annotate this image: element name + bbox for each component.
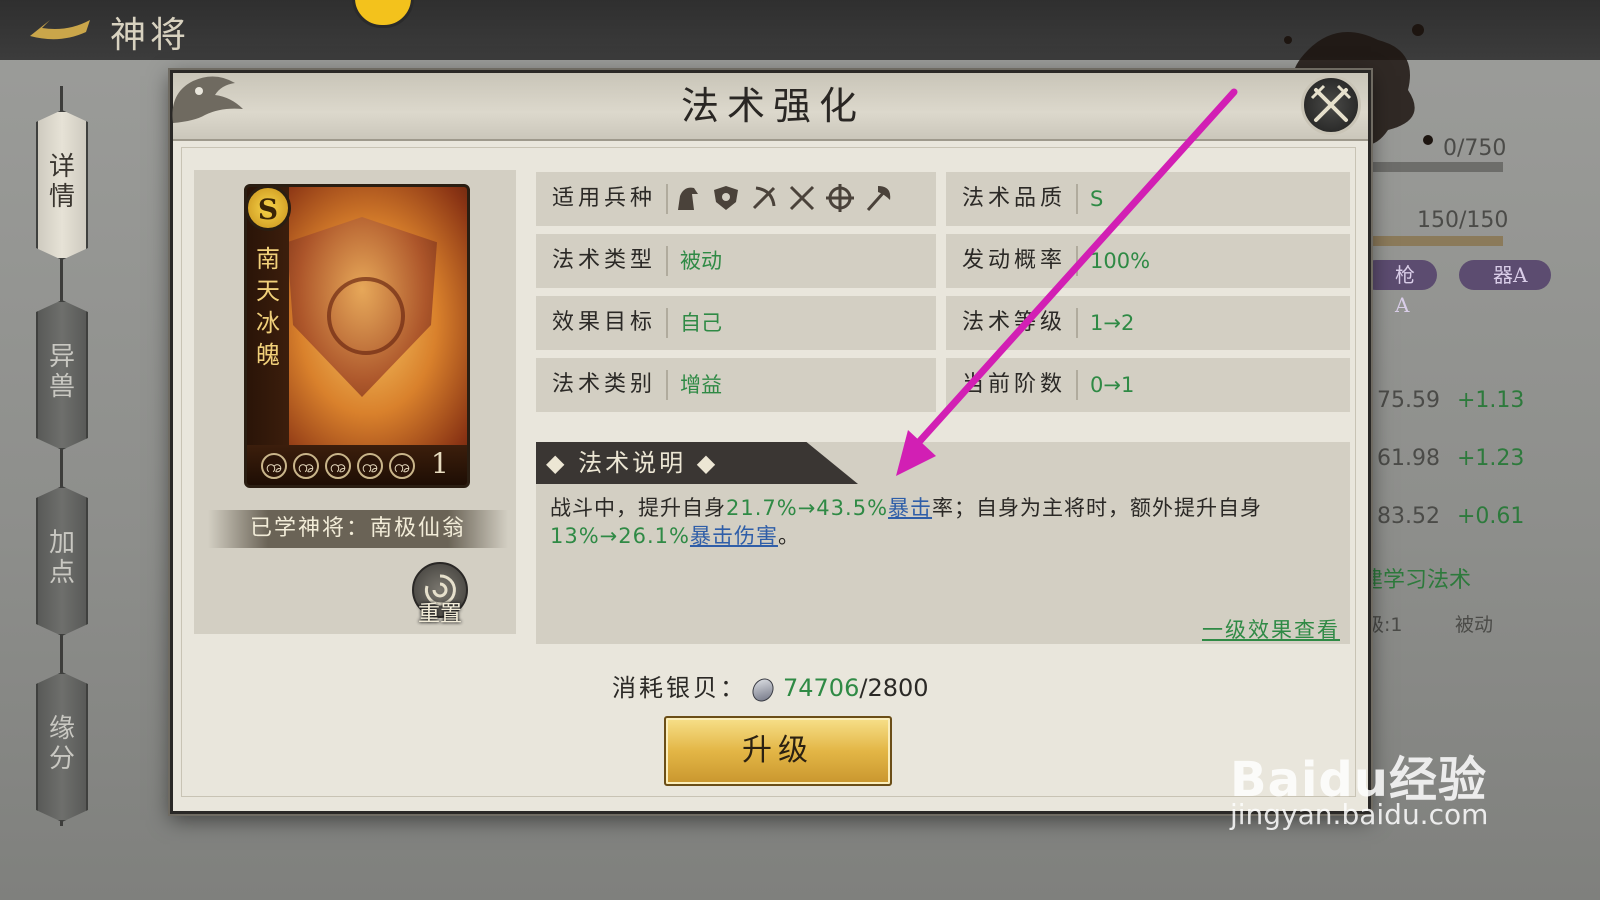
- side-tab-beast[interactable]: 异兽: [36, 300, 88, 450]
- desc-crit-damage-value: 13%→26.1%: [550, 524, 690, 548]
- reset-label[interactable]: 重置: [410, 596, 470, 628]
- dialog-title: 法术强化: [680, 84, 865, 128]
- info-row-category: 法术类别 增益: [536, 358, 936, 412]
- axe-icon: [866, 186, 891, 211]
- info-divider: [1076, 246, 1078, 276]
- level1-effect-link[interactable]: 一级效果查看: [1202, 614, 1340, 644]
- stage-orb-icon: ꩠ: [357, 453, 383, 479]
- info-divider: [666, 308, 668, 338]
- dragon-ornament-icon: [172, 76, 243, 123]
- cost-required: /2800: [859, 674, 929, 702]
- info-label-category: 法术类别: [552, 372, 657, 397]
- description-banner: ◆ 法术说明 ◆: [536, 442, 858, 484]
- info-divider: [1076, 370, 1078, 400]
- dialog-header: 法术强化: [172, 73, 1368, 141]
- info-divider: [666, 184, 668, 214]
- stat-delta-3: +0.61: [1457, 504, 1525, 529]
- info-value-target: 自己: [680, 311, 722, 335]
- watermark-url: jingyan.baidu.com: [1230, 798, 1489, 831]
- info-value-category: 增益: [680, 373, 722, 397]
- info-label-quality: 法术品质: [962, 186, 1067, 211]
- stat-value-2: 61.98: [1377, 446, 1440, 471]
- unit-tag-spear: 枪A: [1361, 260, 1437, 317]
- info-divider: [1076, 184, 1078, 214]
- learn-spell-link[interactable]: 建学习法术: [1361, 562, 1471, 594]
- background-stats-panel: 0/750 150/150 枪A 器A 75.59 +1.13 61.98 +1…: [1361, 120, 1565, 700]
- upgrade-button[interactable]: 升级: [664, 716, 892, 786]
- info-divider: [1076, 308, 1078, 338]
- info-label-stage: 当前阶数: [962, 372, 1067, 397]
- spell-card: 南天冰魄 S ꩠ ꩠ ꩠ ꩠ ꩠ 1: [244, 184, 470, 488]
- info-divider: [666, 246, 668, 276]
- desc-part-2: 率；自身为主将时，额外提升自身: [932, 496, 1263, 520]
- info-value-stage: 0→1: [1090, 373, 1135, 397]
- side-tab-details[interactable]: 详情: [36, 110, 88, 260]
- cost-row: 消耗银贝： 74706/2800: [612, 668, 929, 705]
- info-value-trigger-rate: 100%: [1090, 249, 1151, 273]
- desc-part-3: 。: [777, 524, 800, 548]
- stat-delta-1: +1.13: [1457, 388, 1525, 413]
- info-label-unit-type: 适用兵种: [552, 186, 657, 211]
- bow-icon: [752, 186, 776, 210]
- cost-label: 消耗银贝：: [612, 674, 747, 702]
- info-value-quality: S: [1090, 187, 1104, 211]
- info-label-spell-level: 法术等级: [962, 310, 1067, 335]
- gold-coin-icon: [352, 0, 414, 28]
- stat-value-1: 75.59: [1377, 388, 1440, 413]
- description-text: 战斗中，提升自身21.7%→43.5%暴击率；自身为主将时，额外提升自身 13%→…: [550, 494, 1350, 550]
- stage-orb-icon: ꩠ: [389, 453, 415, 479]
- info-row-spell-type: 法术类型 被动: [536, 234, 936, 288]
- card-level: 1: [431, 447, 449, 480]
- crossed-swords-icon: [789, 185, 815, 211]
- progress-text-2: 150/150: [1417, 208, 1509, 233]
- info-row-quality: 法术品质 S: [946, 172, 1350, 226]
- stat-value-3: 83.52: [1377, 504, 1440, 529]
- info-divider: [666, 370, 668, 400]
- crit-keyword-link[interactable]: 暴击: [888, 496, 932, 520]
- cavalry-icon: [678, 187, 698, 210]
- info-label-target: 效果目标: [552, 310, 657, 335]
- progress-bar-2: [1365, 236, 1503, 246]
- card-name-bar: 南天冰魄: [247, 187, 289, 485]
- card-spell-name: 南天冰魄: [256, 245, 280, 369]
- close-button[interactable]: [1301, 75, 1361, 135]
- spell-type-text: 被动: [1455, 614, 1494, 636]
- info-value-spell-level: 1→2: [1090, 311, 1135, 335]
- silver-shell-icon: [748, 674, 778, 705]
- side-tab-points[interactable]: 加点: [36, 486, 88, 636]
- info-row-target: 效果目标 自己: [536, 296, 936, 350]
- progress-text-1: 0/750: [1443, 136, 1507, 161]
- info-row-spell-level: 法术等级 1→2: [946, 296, 1350, 350]
- back-arrow-icon[interactable]: [20, 10, 100, 50]
- desc-part-1: 战斗中，提升自身: [550, 496, 726, 520]
- shield-icon: [714, 186, 738, 210]
- description-heading-text: 法术说明: [578, 449, 687, 477]
- info-label-spell-type: 法术类型: [552, 248, 657, 273]
- card-level-bar: ꩠ ꩠ ꩠ ꩠ ꩠ 1: [247, 445, 467, 485]
- crossed-swords-close-icon: [1310, 84, 1352, 122]
- side-tab-bond[interactable]: 缘分: [36, 672, 88, 822]
- desc-crit-rate-value: 21.7%→43.5%: [726, 496, 889, 520]
- card-grade-badge: S: [247, 187, 291, 231]
- progress-bar-1: [1365, 162, 1503, 172]
- info-value-spell-type: 被动: [680, 249, 722, 273]
- unit-tag-weapon: 器A: [1459, 260, 1551, 290]
- card-mask-art: [327, 277, 405, 355]
- cost-owned: 74706: [783, 674, 860, 702]
- description-heading: ◆ 法术说明 ◆: [546, 449, 719, 477]
- baidu-watermark: Baidu经验 jingyan.baidu.com: [1230, 740, 1488, 831]
- page-title: 神将: [110, 15, 191, 56]
- info-row-trigger-rate: 发动概率 100%: [946, 234, 1350, 288]
- stat-delta-2: +1.23: [1457, 446, 1525, 471]
- stage-orb-icon: ꩠ: [261, 453, 287, 479]
- learned-by-label: 已学神将：南极仙翁: [208, 510, 508, 548]
- info-label-trigger-rate: 发动概率: [962, 248, 1067, 273]
- stage-orb-icon: ꩠ: [293, 453, 319, 479]
- info-row-stage: 当前阶数 0→1: [946, 358, 1350, 412]
- crit-damage-keyword-link[interactable]: 暴击伤害: [690, 524, 778, 548]
- info-row-unit-type: 适用兵种: [536, 172, 936, 226]
- crosshair-icon: [826, 184, 854, 212]
- stage-orb-icon: ꩠ: [325, 453, 351, 479]
